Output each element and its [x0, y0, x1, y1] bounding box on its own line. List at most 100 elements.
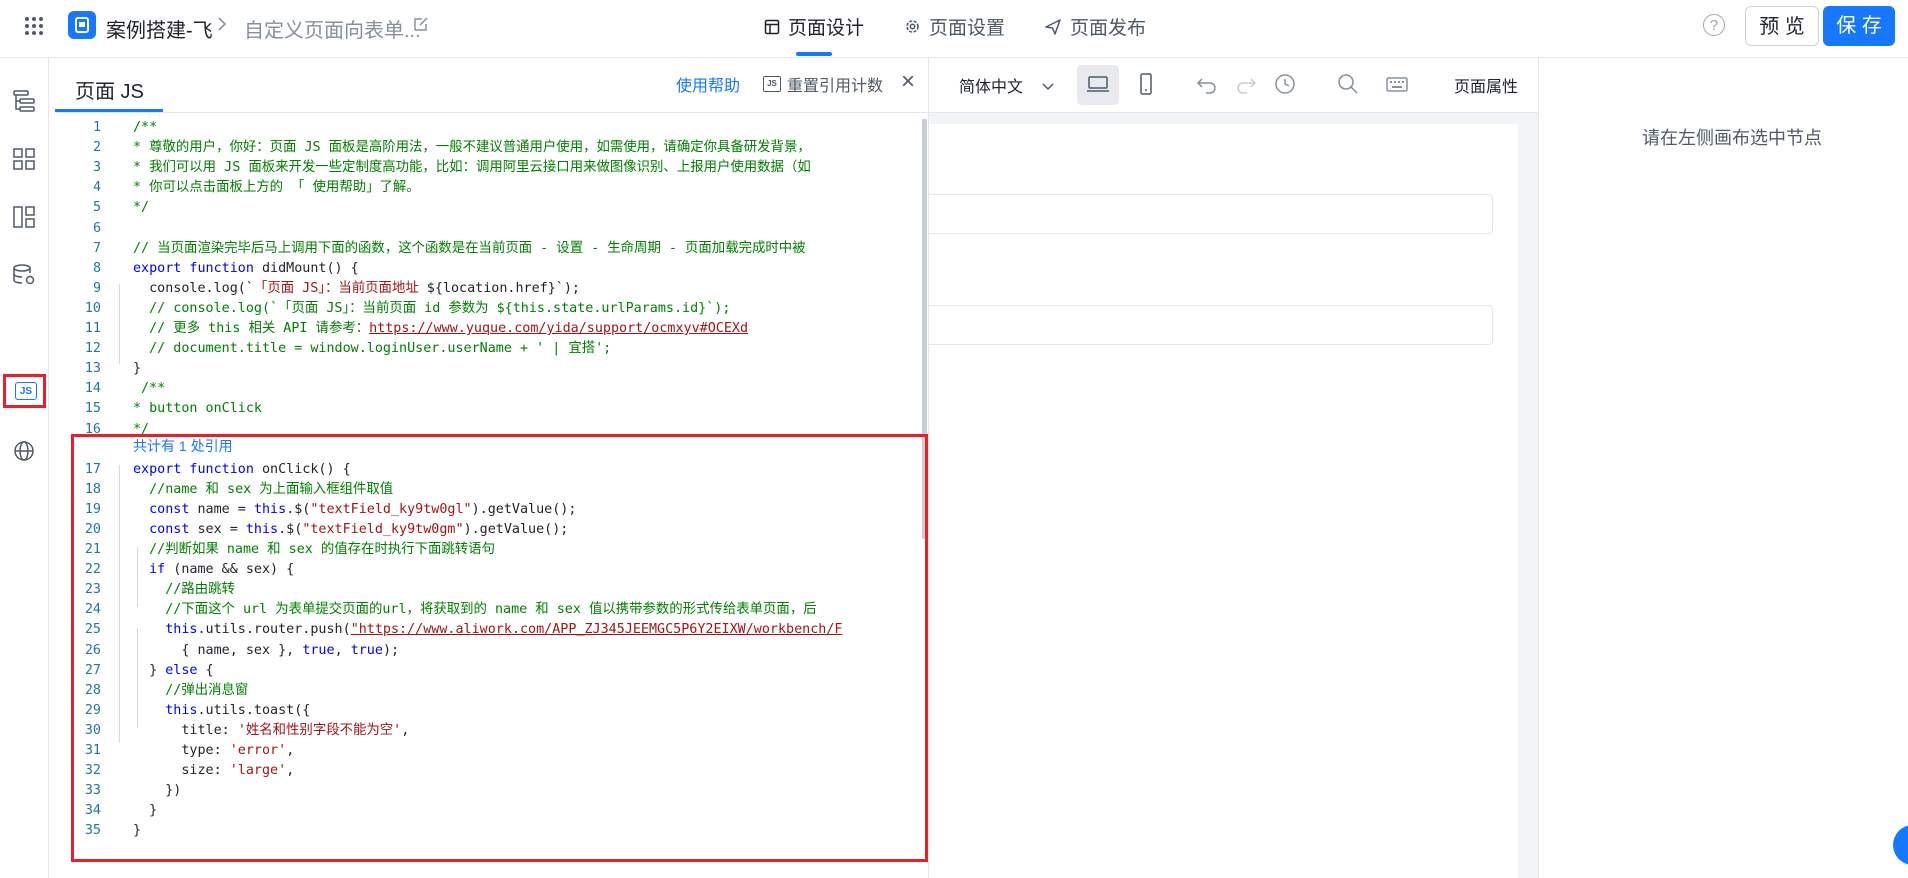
- canvas-page[interactable]: [929, 124, 1518, 878]
- code-token: (name && sex) {: [165, 562, 295, 578]
- page-properties-button[interactable]: 页面属性: [1454, 73, 1518, 97]
- language-select[interactable]: 简体中文: [959, 73, 1055, 97]
- code-token: this: [245, 521, 279, 537]
- reference-count-hint[interactable]: 共计有 1 处引用: [133, 436, 233, 456]
- code-line[interactable]: 10 // console.log(`「页面 JS」：当前页面 id 参数为 $…: [55, 299, 928, 319]
- code-line[interactable]: 28 //弹出消息窗: [55, 681, 928, 701]
- code-editor[interactable]: 1 /** 2 * 尊敬的用户，你好：页面 JS 面板是高阶用法，一般不建议普通用户使…: [55, 113, 928, 878]
- code-token: {: [197, 662, 214, 678]
- code-line[interactable]: 2 * 尊敬的用户，你好：页面 JS 面板是高阶用法，一般不建议普通用户使用，如需…: [55, 138, 928, 158]
- code-text: console.log(`「页面 JS」：当前页面地址 ${location.h…: [133, 279, 580, 299]
- code-token: * 你可以点击面板上方的 「 使用帮助」了解。: [133, 180, 420, 196]
- line-number: 16: [84, 421, 101, 437]
- code-line[interactable]: 20 const sex = this.$("textField_ky9tw0g…: [55, 520, 928, 540]
- code-line[interactable]: 17 export function onClick() {: [55, 460, 928, 480]
- datasource-icon[interactable]: [11, 262, 37, 288]
- code-line[interactable]: 14 /**: [55, 379, 928, 399]
- code-line[interactable]: 31 type: 'error',: [55, 741, 928, 761]
- undo-icon[interactable]: [1194, 71, 1220, 97]
- outline-icon[interactable]: [11, 88, 37, 114]
- code-line[interactable]: 24 //下面这个 url 为表单提交页面的url，将获取到的 name 和 s…: [55, 600, 928, 620]
- reset-label: 重置引用计数: [787, 78, 884, 95]
- history-icon[interactable]: [1272, 71, 1298, 97]
- code-text: //判断如果 name 和 sex 的值存在时执行下面跳转语句: [133, 540, 495, 560]
- code-line[interactable]: 34 }: [55, 801, 928, 821]
- code-line[interactable]: 33 }): [55, 781, 928, 801]
- code-line[interactable]: 25 this.utils.router.push("https://www.a…: [55, 620, 928, 640]
- code-token: //弹出消息窗: [133, 682, 249, 698]
- js-panel-toggle[interactable]: JS: [3, 374, 46, 408]
- line-number: 25: [84, 622, 101, 638]
- preview-button[interactable]: 预 览: [1745, 6, 1819, 46]
- templates-icon[interactable]: [11, 204, 37, 230]
- code-token: */: [133, 421, 150, 437]
- app-grid-icon[interactable]: [22, 14, 46, 38]
- code-line[interactable]: 27 } else {: [55, 661, 928, 681]
- code-text: * 我们可以用 JS 面板来开发一些定制度高功能，比如：调用阿里云接口用来做图像…: [133, 158, 811, 178]
- code-text: export function onClick() {: [133, 460, 351, 480]
- code-line[interactable]: 23 //路由跳转: [55, 580, 928, 600]
- app-name[interactable]: 案例搭建-飞: [106, 14, 213, 43]
- code-line[interactable]: 35}: [55, 821, 928, 841]
- code-line[interactable]: 26 { name, sex }, true, true);: [55, 641, 928, 661]
- canvas-text-field[interactable]: [929, 305, 1493, 345]
- code-line[interactable]: 21 //判断如果 name 和 sex 的值存在时执行下面跳转语句: [55, 540, 928, 560]
- code-text: const sex = this.$("textField_ky9tw0gm")…: [133, 520, 568, 540]
- code-scrollbar[interactable]: [922, 119, 927, 539]
- code-line[interactable]: 11 // 更多 this 相关 API 请参考：https://www.yuq…: [55, 319, 928, 339]
- code-line[interactable]: 4 * 你可以点击面板上方的 「 使用帮助」了解。: [55, 178, 928, 198]
- code-line[interactable]: 6: [55, 219, 928, 239]
- reset-reference-count-button[interactable]: JS 重置引用计数: [763, 72, 883, 96]
- code-line[interactable]: 9 console.log(`「页面 JS」：当前页面地址 ${location…: [55, 279, 928, 299]
- line-number: 32: [84, 763, 101, 779]
- code-token: ,: [401, 722, 410, 738]
- redo-icon[interactable]: [1233, 71, 1259, 97]
- code-token: ,: [334, 642, 351, 658]
- line-number: 21: [84, 542, 101, 557]
- code-line[interactable]: 1 /**: [55, 118, 928, 138]
- code-token: 「页面 JS」：当前页面地址: [253, 280, 427, 296]
- canvas-text-field[interactable]: [929, 194, 1493, 234]
- edit-icon[interactable]: [412, 15, 430, 33]
- search-icon[interactable]: [1335, 71, 1361, 97]
- line-number: 23: [84, 582, 101, 598]
- tab-page-settings[interactable]: 页面设置: [904, 13, 1005, 40]
- components-icon[interactable]: [11, 146, 37, 172]
- code-token: }: [133, 361, 142, 377]
- code-line[interactable]: 8 export function didMount() {: [55, 259, 928, 279]
- desktop-icon[interactable]: [1085, 71, 1111, 97]
- code-token: true: [302, 642, 335, 658]
- help-icon[interactable]: ?: [1703, 14, 1725, 36]
- form-name[interactable]: 自定义页面向表单...: [244, 14, 421, 43]
- code-line[interactable]: 18 //name 和 sex 为上面输入框组件取值: [55, 480, 928, 500]
- code-token: ).getValue();: [463, 521, 569, 537]
- code-line[interactable]: 12 // document.title = window.loginUser.…: [55, 339, 928, 359]
- close-icon[interactable]: ×: [901, 70, 915, 94]
- code-token: .utils.toast({: [197, 702, 311, 718]
- save-button[interactable]: 保 存: [1823, 6, 1895, 46]
- code-line[interactable]: 32 size: 'large',: [55, 761, 928, 781]
- code-token: "textField_ky9tw0gl": [310, 501, 472, 517]
- code-line[interactable]: 7 // 当页面渲染完毕后马上调用下面的函数，这个函数是在当前页面 - 设置 - …: [55, 239, 928, 259]
- line-number: 18: [84, 481, 101, 497]
- tab-page-publish[interactable]: 页面发布: [1044, 13, 1146, 40]
- globe-icon[interactable]: [11, 438, 37, 464]
- code-token: }): [133, 783, 182, 799]
- help-link[interactable]: 使用帮助: [676, 72, 740, 96]
- code-line[interactable]: 13}: [55, 359, 928, 379]
- tab-page-design[interactable]: 页面设计: [764, 13, 864, 40]
- language-value: 简体中文: [959, 79, 1024, 96]
- code-line[interactable]: 29 this.utils.toast({: [55, 701, 928, 721]
- mobile-icon[interactable]: [1133, 71, 1159, 97]
- code-line[interactable]: 5 */: [55, 198, 928, 218]
- code-text: //弹出消息窗: [133, 681, 248, 701]
- code-line[interactable]: 15 * button onClick: [55, 399, 928, 419]
- code-text: /**: [133, 118, 157, 138]
- send-icon: [1045, 18, 1061, 35]
- code-line[interactable]: 3 * 我们可以用 JS 面板来开发一些定制度高功能，比如：调用阿里云接口用来做图…: [55, 158, 928, 178]
- code-line[interactable]: 30 title: '姓名和性别字段不能为空',: [55, 721, 928, 741]
- code-line[interactable]: 19 const name = this.$("textField_ky9tw0…: [55, 500, 928, 520]
- line-number: 14: [84, 381, 101, 397]
- code-line[interactable]: 22 if (name && sex) {: [55, 560, 928, 580]
- keyboard-icon[interactable]: [1384, 71, 1410, 97]
